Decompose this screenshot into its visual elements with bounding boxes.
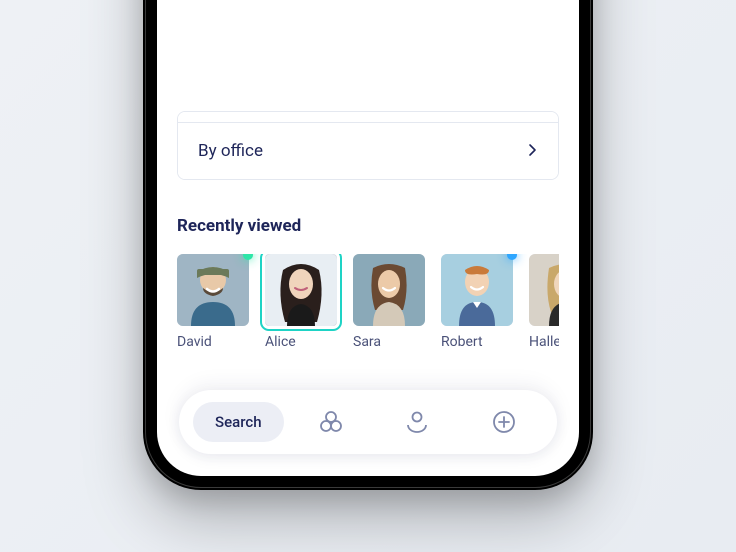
person-name: Robert (441, 334, 513, 350)
avatar-image (529, 254, 559, 326)
phone-frame: By office Recently viewed (143, 0, 593, 490)
circles-icon (318, 409, 344, 435)
nav-search-button[interactable]: Search (193, 402, 284, 442)
person-icon (404, 409, 430, 435)
avatar (441, 254, 513, 326)
person-card[interactable]: Sara (353, 254, 425, 350)
avatar (177, 254, 249, 326)
recently-viewed-heading: Recently viewed (177, 216, 559, 236)
filter-row-by-office[interactable]: By office (178, 122, 558, 179)
nav-search-label: Search (215, 413, 262, 431)
person-card[interactable]: Halle (529, 254, 559, 350)
avatar (529, 254, 559, 326)
avatar-image (177, 254, 249, 326)
avatar (353, 254, 425, 326)
status-dot-online-icon (243, 254, 253, 260)
avatar (265, 254, 337, 326)
avatar-image (353, 254, 425, 326)
avatar-image (265, 254, 337, 326)
filter-row-hidden[interactable] (178, 112, 558, 122)
person-card[interactable]: David (177, 254, 249, 350)
person-name: Alice (265, 334, 337, 350)
person-card[interactable]: Robert (441, 254, 513, 350)
person-card[interactable]: Alice (265, 254, 337, 350)
filter-list: By office (177, 111, 559, 180)
nav-profile-button[interactable] (378, 402, 456, 442)
status-dot-away-icon (507, 254, 517, 260)
person-name: David (177, 334, 249, 350)
recently-viewed-list[interactable]: David Alice (177, 254, 559, 350)
person-name: Sara (353, 334, 425, 350)
person-name: Halle (529, 334, 559, 350)
bottom-nav: Search (179, 390, 557, 454)
bottom-nav-container: Search (157, 390, 579, 476)
phone-screen: By office Recently viewed (157, 0, 579, 476)
filter-row-label: By office (198, 141, 263, 161)
nav-add-button[interactable] (465, 402, 543, 442)
avatar-image (441, 254, 513, 326)
plus-circle-icon (491, 409, 517, 435)
nav-groups-button[interactable] (292, 402, 370, 442)
chevron-right-icon (528, 142, 538, 161)
